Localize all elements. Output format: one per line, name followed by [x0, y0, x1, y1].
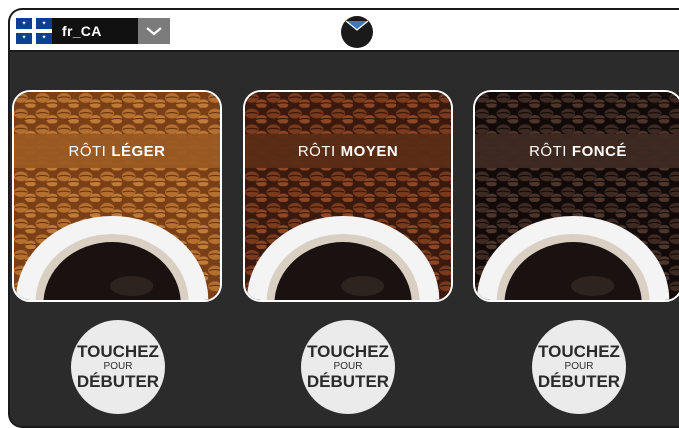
- roast-name: MOYEN: [340, 142, 399, 160]
- start-line-1: TOUCHEZ: [538, 342, 620, 361]
- roast-name: LÉGER: [111, 142, 166, 160]
- language-code: fr_CA: [62, 23, 102, 39]
- language-selector[interactable]: ✦ ✦ ✦ ✦ fr_CA: [16, 18, 170, 44]
- roast-name: FONCÉ: [571, 142, 627, 160]
- quebec-flag-icon: ✦ ✦ ✦ ✦: [16, 18, 52, 44]
- start-line-3: DÉBUTER: [306, 372, 390, 391]
- start-line-1: TOUCHEZ: [77, 342, 159, 361]
- coffee-cup-image: [476, 216, 670, 300]
- start-button-medium[interactable]: TOUCHEZ POUR DÉBUTER: [301, 320, 395, 414]
- start-line-3: DÉBUTER: [537, 372, 621, 391]
- app-screen: ✦ ✦ ✦ ✦ fr_CA RÔTI LÉGER RÔTI MOYEN RÔTI…: [8, 8, 679, 428]
- roast-prefix: RÔTI: [68, 142, 107, 160]
- roast-card-dark[interactable]: RÔTI FONCÉ: [473, 90, 679, 302]
- roast-prefix: RÔTI: [297, 142, 336, 160]
- top-bar: ✦ ✦ ✦ ✦ fr_CA: [10, 10, 679, 52]
- coffee-cup-image: [15, 216, 209, 300]
- chevron-down-icon[interactable]: [138, 18, 170, 44]
- roast-band: RÔTI LÉGER: [14, 134, 220, 168]
- roast-card-light[interactable]: RÔTI LÉGER: [12, 90, 222, 302]
- start-line-1: TOUCHEZ: [307, 342, 389, 361]
- roast-band: RÔTI MOYEN: [245, 134, 451, 168]
- coffee-cup-image: [246, 216, 440, 300]
- roast-prefix: RÔTI: [529, 142, 567, 160]
- brand-logo-icon: [341, 16, 373, 48]
- start-button-dark[interactable]: TOUCHEZ POUR DÉBUTER: [532, 320, 626, 414]
- roast-card-medium[interactable]: RÔTI MOYEN: [243, 90, 453, 302]
- start-line-3: DÉBUTER: [76, 372, 160, 391]
- roast-band: RÔTI FONCÉ: [475, 134, 679, 168]
- start-button-light[interactable]: TOUCHEZ POUR DÉBUTER: [71, 320, 165, 414]
